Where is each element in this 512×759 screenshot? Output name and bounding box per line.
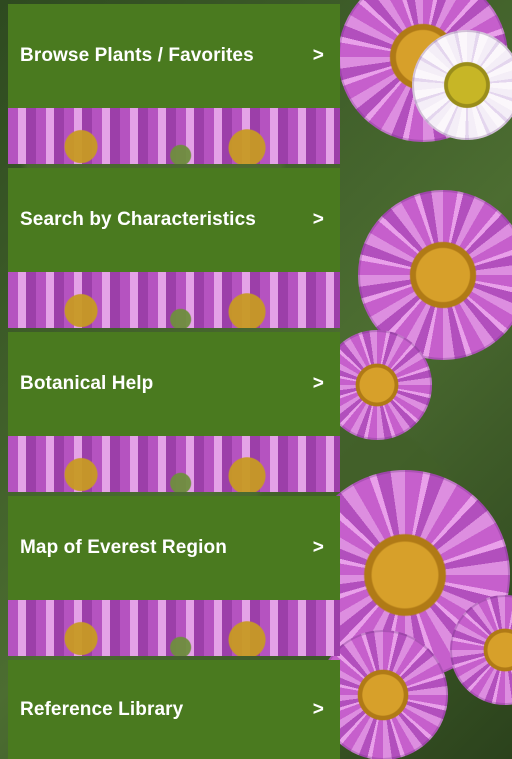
app-screen: Browse Plants / Favorites > Search by Ch… — [0, 0, 512, 759]
menu-item-label: Browse Plants / Favorites — [20, 45, 254, 66]
chevron-right-icon: > — [312, 698, 324, 720]
menu-item-label: Map of Everest Region — [20, 537, 227, 558]
flower-strip — [8, 270, 340, 328]
flower-strip — [8, 106, 340, 164]
chevron-right-icon: > — [312, 537, 324, 558]
menu-item-label: Botanical Help — [20, 373, 154, 394]
menu-item-reference-library[interactable]: Reference Library > — [8, 660, 340, 759]
menu-item-botanical-help[interactable]: Botanical Help > — [8, 332, 340, 436]
flower-image — [412, 30, 512, 140]
menu-item-browse-plants[interactable]: Browse Plants / Favorites > — [8, 4, 340, 108]
menu-item-search-characteristics[interactable]: Search by Characteristics > — [8, 168, 340, 272]
menu-item-map-everest[interactable]: Map of Everest Region > — [8, 496, 340, 600]
flower-strip — [8, 434, 340, 492]
menu-item-label: Reference Library — [20, 698, 184, 720]
chevron-right-icon: > — [312, 209, 324, 230]
flower-strip — [8, 598, 340, 656]
menu-item-label: Search by Characteristics — [20, 209, 256, 230]
chevron-right-icon: > — [312, 373, 324, 394]
chevron-right-icon: > — [312, 45, 324, 66]
